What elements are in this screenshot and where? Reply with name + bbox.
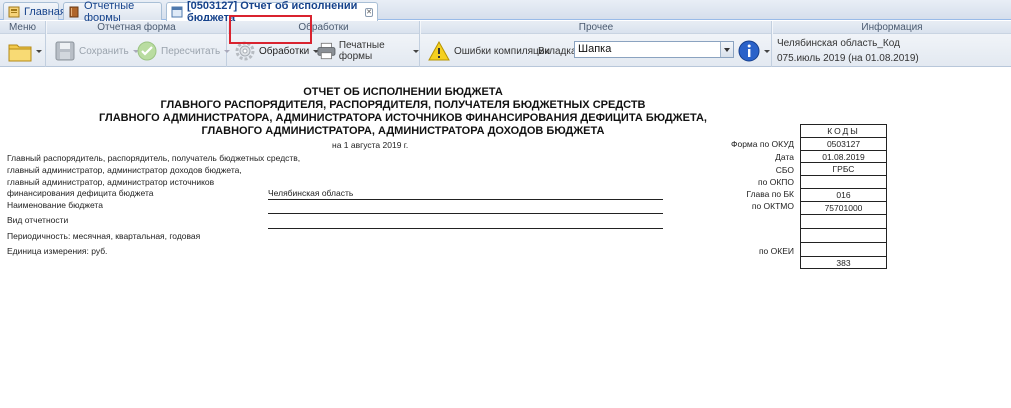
tab-home[interactable]: Главная [3, 2, 66, 20]
tab-report-forms[interactable]: Отчетные формы [63, 0, 162, 24]
tab-strip: Главная Отчетные формы [0503127] Отчет о… [0, 0, 1011, 24]
left-label: главный администратор, администратор ист… [7, 177, 215, 187]
code-value: 0503127 [801, 138, 886, 151]
left-label: Вид отчетности [7, 215, 69, 225]
info-period: 075.июль 2019 (на 01.08.2019) [777, 53, 919, 64]
code-value: 01.08.2019 [801, 151, 886, 164]
processing-highlight [229, 15, 312, 44]
code-label: по ОКЕИ [758, 246, 794, 256]
left-label: Периодичность: месячная, квартальная, го… [7, 231, 201, 241]
ribbon-toolbar: Меню Отчетная форма Сохранить Пересчитат… [0, 21, 1011, 67]
group-header: Меню [0, 21, 45, 34]
group-header: Отчетная форма [47, 21, 226, 34]
code-label: СБО [775, 165, 794, 175]
tab-select-value: Шапка [578, 43, 612, 55]
organization-name: Челябинская область [268, 188, 354, 198]
code-label: Дата [775, 152, 794, 162]
underline [268, 228, 663, 229]
code-label: Глава по БК [746, 189, 794, 199]
code-label: по ОКТМО [751, 201, 794, 211]
save-label: Сохранить [79, 45, 129, 57]
tab-label: Отчетные формы [84, 0, 135, 24]
tab-label: Главная [24, 5, 66, 18]
code-value [801, 243, 886, 257]
group-report-form: Отчетная форма Сохранить Пересчитать [47, 21, 231, 67]
group-information: Информация Челябинская область_Код 075.и… [773, 21, 1011, 67]
save-icon [55, 41, 75, 61]
warning-icon [428, 41, 450, 61]
close-icon[interactable]: ✕ [365, 7, 373, 17]
printer-icon [317, 42, 336, 60]
tab-selector-label: Вкладка [538, 45, 577, 57]
chevron-down-icon[interactable] [720, 42, 733, 57]
group-menu: Меню [0, 21, 46, 67]
left-label: Единица измерения: руб. [7, 246, 108, 256]
group-header: Информация [773, 21, 1011, 34]
report-title-line: ОТЧЕТ ОБ ИСПОЛНЕНИИ БЮДЖЕТА [303, 86, 503, 98]
code-value [801, 229, 886, 243]
book-icon [68, 6, 80, 18]
left-label: Главный распорядитель, распорядитель, по… [7, 153, 301, 163]
code-value: 383 [801, 257, 886, 270]
check-icon [137, 41, 157, 61]
info-region: Челябинская область_Код [777, 38, 900, 49]
info-icon [738, 40, 760, 62]
print-forms-label: Печатные формы [338, 40, 385, 62]
codes-table: КОДЫ 0503127 01.08.2019 ГРБС 016 7570100… [800, 124, 887, 270]
folder-icon [8, 44, 32, 62]
underline [268, 213, 663, 214]
left-label: главный администратор, администратор дох… [7, 165, 242, 175]
recalculate-label: Пересчитать [161, 45, 221, 57]
info-button[interactable] [738, 37, 770, 65]
underline [268, 199, 663, 200]
left-label: Наименование бюджета [7, 200, 103, 210]
report-title-line: ГЛАВНОГО АДМИНИСТРАТОРА, АДМИНИСТРАТОРА … [201, 125, 605, 137]
code-value [801, 176, 886, 189]
code-label: Форма по ОКУД [731, 139, 794, 149]
home-icon [8, 6, 20, 18]
code-value: 016 [801, 189, 886, 202]
report-title-line: ГЛАВНОГО АДМИНИСТРАТОРА, АДМИНИСТРАТОРА … [99, 112, 707, 124]
save-button[interactable]: Сохранить [55, 37, 139, 65]
menu-button[interactable] [8, 37, 42, 65]
compilation-errors-button[interactable]: Ошибки компиляции [428, 37, 550, 65]
recalculate-button[interactable]: Пересчитать [137, 37, 231, 65]
codes-header: КОДЫ [801, 125, 886, 138]
code-value: 75701000 [801, 202, 886, 215]
report-document: ОТЧЕТ ОБ ИСПОЛНЕНИИ БЮДЖЕТА ГЛАВНОГО РАС… [0, 68, 1011, 408]
code-value: ГРБС [801, 163, 886, 177]
print-forms-button[interactable]: Печатные формы [317, 37, 419, 65]
compilation-errors-label: Ошибки компиляции [454, 45, 550, 57]
code-label: по ОКПО [758, 177, 794, 187]
code-value [801, 215, 886, 229]
form-icon [171, 6, 183, 18]
tab-select[interactable]: Шапка [574, 41, 734, 58]
group-header: Прочее [421, 21, 771, 34]
report-title-line: ГЛАВНОГО РАСПОРЯДИТЕЛЯ, РАСПОРЯДИТЕЛЯ, П… [160, 99, 646, 111]
report-date: на 1 августа 2019 г. [332, 140, 409, 150]
left-label: финансирования дефицита бюджета [7, 188, 154, 198]
processing-label: Обработки [259, 45, 310, 57]
